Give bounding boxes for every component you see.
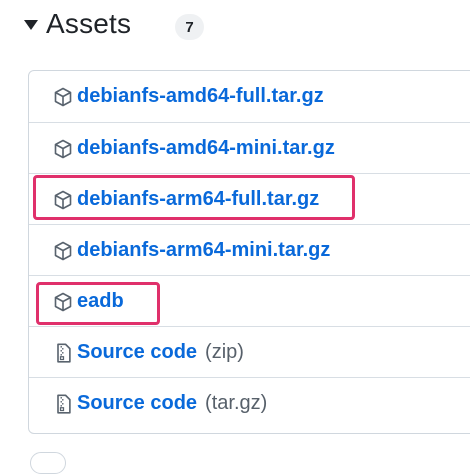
assets-list: debianfs-amd64-full.tar.gz debianfs-amd6… [28,70,470,434]
asset-row: Source code (tar.gz) [29,377,470,429]
asset-name: debianfs-amd64-full.tar.gz [77,85,324,107]
asset-row: debianfs-amd64-full.tar.gz [29,71,470,122]
asset-row: debianfs-amd64-mini.tar.gz [29,122,470,174]
caret-down-icon[interactable] [24,20,38,30]
highlight-box-eadb [36,282,160,325]
assets-count-badge: 7 [175,14,204,40]
asset-name: Source code [77,341,198,363]
highlight-box-arm64-full [33,175,355,220]
asset-format: (tar.gz) [205,392,268,414]
asset-link-source-targz[interactable]: Source code (tar.gz) [29,392,267,415]
assets-title: Assets [46,8,132,39]
asset-link-debianfs-arm64-mini[interactable]: debianfs-arm64-mini.tar.gz [29,239,330,262]
package-icon [54,139,72,158]
asset-name: Source code [77,392,198,414]
package-icon [54,87,72,106]
asset-link-debianfs-amd64-mini[interactable]: debianfs-amd64-mini.tar.gz [29,137,335,160]
package-icon [54,241,72,260]
file-zip-icon [57,342,71,363]
file-zip-icon [57,393,71,414]
assets-header[interactable]: Assets [24,6,131,42]
asset-name: debianfs-amd64-mini.tar.gz [77,137,335,159]
asset-link-source-zip[interactable]: Source code (zip) [29,341,244,364]
asset-row: debianfs-arm64-mini.tar.gz [29,224,470,276]
reaction-button[interactable] [30,452,66,474]
asset-format: (zip) [205,341,244,363]
asset-row: Source code (zip) [29,326,470,378]
asset-link-debianfs-amd64-full[interactable]: debianfs-amd64-full.tar.gz [29,85,324,108]
asset-name: debianfs-arm64-mini.tar.gz [77,239,331,261]
